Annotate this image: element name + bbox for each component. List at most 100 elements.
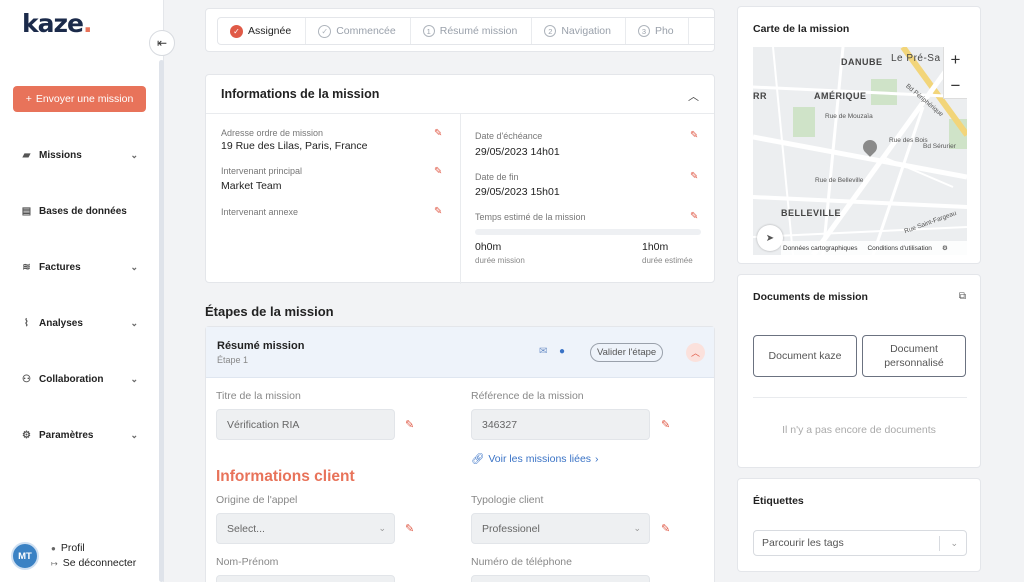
step-card: Résumé mission Étape 1 ✉ ● Valider l'éta…: [205, 326, 715, 582]
mission-stepper: ✓ Assignée ✓ Commencée 1 Résumé mission …: [205, 8, 715, 52]
sidebar-item-parametres[interactable]: ⚙ Paramètres ⌄: [20, 426, 140, 444]
kaze-logo[interactable]: kaze.: [22, 9, 92, 38]
collapse-icon: ⇤: [156, 36, 168, 50]
edit-pencil-icon[interactable]: ✎: [434, 128, 442, 139]
step-commencee[interactable]: ✓ Commencée: [306, 18, 411, 44]
step-header[interactable]: Résumé mission Étape 1 ✉ ● Valider l'éta…: [206, 327, 714, 378]
steps-section-title: Étapes de la mission: [205, 304, 334, 319]
step-title: Résumé mission: [217, 340, 305, 352]
chevron-down-icon: ⌄: [378, 523, 386, 533]
zoom-controls: + −: [943, 47, 967, 99]
locate-icon[interactable]: ➤: [757, 225, 783, 251]
mission-map[interactable]: DANUBE Le Pré-Sa AMÉRIQUE RR BELLEVILLE …: [753, 47, 967, 255]
tags-title: Étiquettes: [753, 495, 804, 507]
client-type-label: Typologie client: [471, 494, 544, 506]
sidebar-scrollbar[interactable]: [159, 60, 164, 582]
sidebar-item-bases[interactable]: ▤ Bases de données: [20, 202, 140, 220]
zoom-out-button[interactable]: −: [944, 73, 967, 99]
sidebar-item-factures[interactable]: ≋ Factures ⌄: [20, 258, 140, 276]
sidebar: kaze. + Envoyer une mission ▰ Missions ⌄…: [0, 0, 164, 582]
edit-pencil-icon[interactable]: ✎: [405, 418, 414, 431]
chevron-down-icon: ⌄: [130, 261, 138, 272]
user-icon: ●: [51, 543, 56, 553]
step-resume-mission[interactable]: 1 Résumé mission: [411, 18, 533, 44]
chevron-down-icon: ⌄: [950, 537, 958, 548]
edit-pencil-icon[interactable]: ✎: [405, 522, 414, 535]
duration-value: 0h0m: [475, 241, 502, 253]
step-assignee[interactable]: ✓ Assignée: [218, 18, 307, 44]
check-icon: ✓: [230, 24, 243, 38]
due-date-label: Date d'échéance: [475, 131, 543, 141]
map-title: Carte de la mission: [753, 23, 850, 35]
map-card: Carte de la mission DANUBE Le Pré-Sa AMÉ…: [737, 6, 981, 264]
mission-info-header[interactable]: Informations de la mission ︿: [206, 75, 714, 114]
check-circle-icon: ✓: [318, 24, 332, 38]
edit-pencil-icon[interactable]: ✎: [661, 522, 670, 535]
mission-info-card: Informations de la mission ︿ Adresse ord…: [205, 74, 715, 284]
coins-icon: ≋: [22, 261, 31, 273]
client-type-select[interactable]: Professionel ⌄: [471, 513, 650, 544]
mission-ref-input[interactable]: 346327: [471, 409, 650, 440]
edit-pencil-icon[interactable]: ✎: [434, 206, 442, 217]
tags-select[interactable]: Parcourir les tags ⌄: [753, 530, 967, 556]
chevron-right-icon: ›: [595, 452, 599, 465]
chevron-up-icon[interactable]: ︿: [686, 343, 705, 362]
sidebar-item-analyses[interactable]: ⌇ Analyses ⌄: [20, 314, 140, 332]
profile-link[interactable]: ● Profil: [51, 542, 85, 554]
linked-missions-link[interactable]: 🔗︎ Voir les missions liées ›: [471, 452, 599, 466]
plus-icon: +: [25, 93, 32, 105]
address-value: 19 Rue des Lilas, Paris, France: [221, 140, 368, 152]
document-custom-button[interactable]: Document personnalisé: [862, 335, 966, 377]
mail-icon[interactable]: ✉: [539, 346, 547, 357]
mission-title-label: Titre de la mission: [216, 390, 301, 402]
step-photos[interactable]: 3 Pho: [626, 18, 689, 44]
mission-title-input[interactable]: Vérification RIA: [216, 409, 395, 440]
chevron-down-icon: ⌄: [130, 429, 138, 440]
external-link-icon[interactable]: ⧉: [959, 291, 966, 302]
name-label: Nom-Prénom: [216, 556, 279, 568]
logout-link[interactable]: ↦ Se déconnecter: [51, 557, 136, 569]
zoom-in-button[interactable]: +: [944, 47, 967, 73]
duration-label: durée mission: [475, 256, 525, 265]
documents-card: Documents de mission ⧉ Document kaze Doc…: [737, 274, 981, 468]
call-origin-label: Origine de l'appel: [216, 494, 298, 506]
chevron-down-icon: ⌄: [130, 373, 138, 384]
avatar[interactable]: MT: [11, 542, 39, 570]
address-label: Adresse ordre de mission: [221, 128, 324, 138]
collapse-sidebar-button[interactable]: ⇤: [149, 30, 175, 56]
chevron-up-icon[interactable]: ︿: [688, 88, 699, 104]
gear-icon: ⚙: [22, 429, 31, 441]
users-icon: ⚇: [22, 373, 31, 385]
sidebar-item-collaboration[interactable]: ⚇ Collaboration ⌄: [20, 370, 140, 388]
document-kaze-button[interactable]: Document kaze: [753, 335, 857, 377]
phone-input[interactable]: [471, 575, 650, 582]
estimated-time-label: Temps estimé de la mission: [475, 212, 586, 222]
due-date-value: 29/05/2023 14h01: [475, 146, 560, 158]
map-terms-link[interactable]: Conditions d'utilisation: [867, 245, 931, 252]
call-origin-select[interactable]: Select... ⌄: [216, 513, 395, 544]
estimated-value: 1h0m: [642, 241, 669, 253]
map-settings-icon[interactable]: ⚙: [942, 244, 948, 252]
chat-icon[interactable]: ●: [559, 346, 565, 357]
validate-step-button[interactable]: Valider l'étape: [590, 343, 664, 362]
edit-pencil-icon[interactable]: ✎: [434, 166, 442, 177]
phone-label: Numéro de téléphone: [471, 556, 572, 568]
chart-line-icon: ⌇: [24, 317, 29, 329]
edit-pencil-icon[interactable]: ✎: [661, 418, 670, 431]
chevron-down-icon: ⌄: [130, 317, 138, 328]
end-date-label: Date de fin: [475, 172, 519, 182]
documents-title: Documents de mission: [753, 291, 868, 303]
send-mission-button[interactable]: + Envoyer une mission: [13, 86, 146, 112]
edit-pencil-icon[interactable]: ✎: [690, 130, 698, 141]
name-input[interactable]: [216, 575, 395, 582]
folders-icon: ▤: [21, 205, 32, 217]
sidebar-item-missions[interactable]: ▰ Missions ⌄: [20, 146, 140, 164]
main-agent-label: Intervenant principal: [221, 166, 303, 176]
main-agent-value: Market Team: [221, 180, 282, 192]
client-info-title: Informations client: [216, 468, 355, 485]
edit-pencil-icon[interactable]: ✎: [690, 171, 698, 182]
link-icon: 🔗︎: [471, 453, 485, 465]
logout-icon: ↦: [51, 558, 58, 568]
step-navigation[interactable]: 2 Navigation: [532, 18, 626, 44]
edit-pencil-icon[interactable]: ✎: [690, 211, 698, 222]
